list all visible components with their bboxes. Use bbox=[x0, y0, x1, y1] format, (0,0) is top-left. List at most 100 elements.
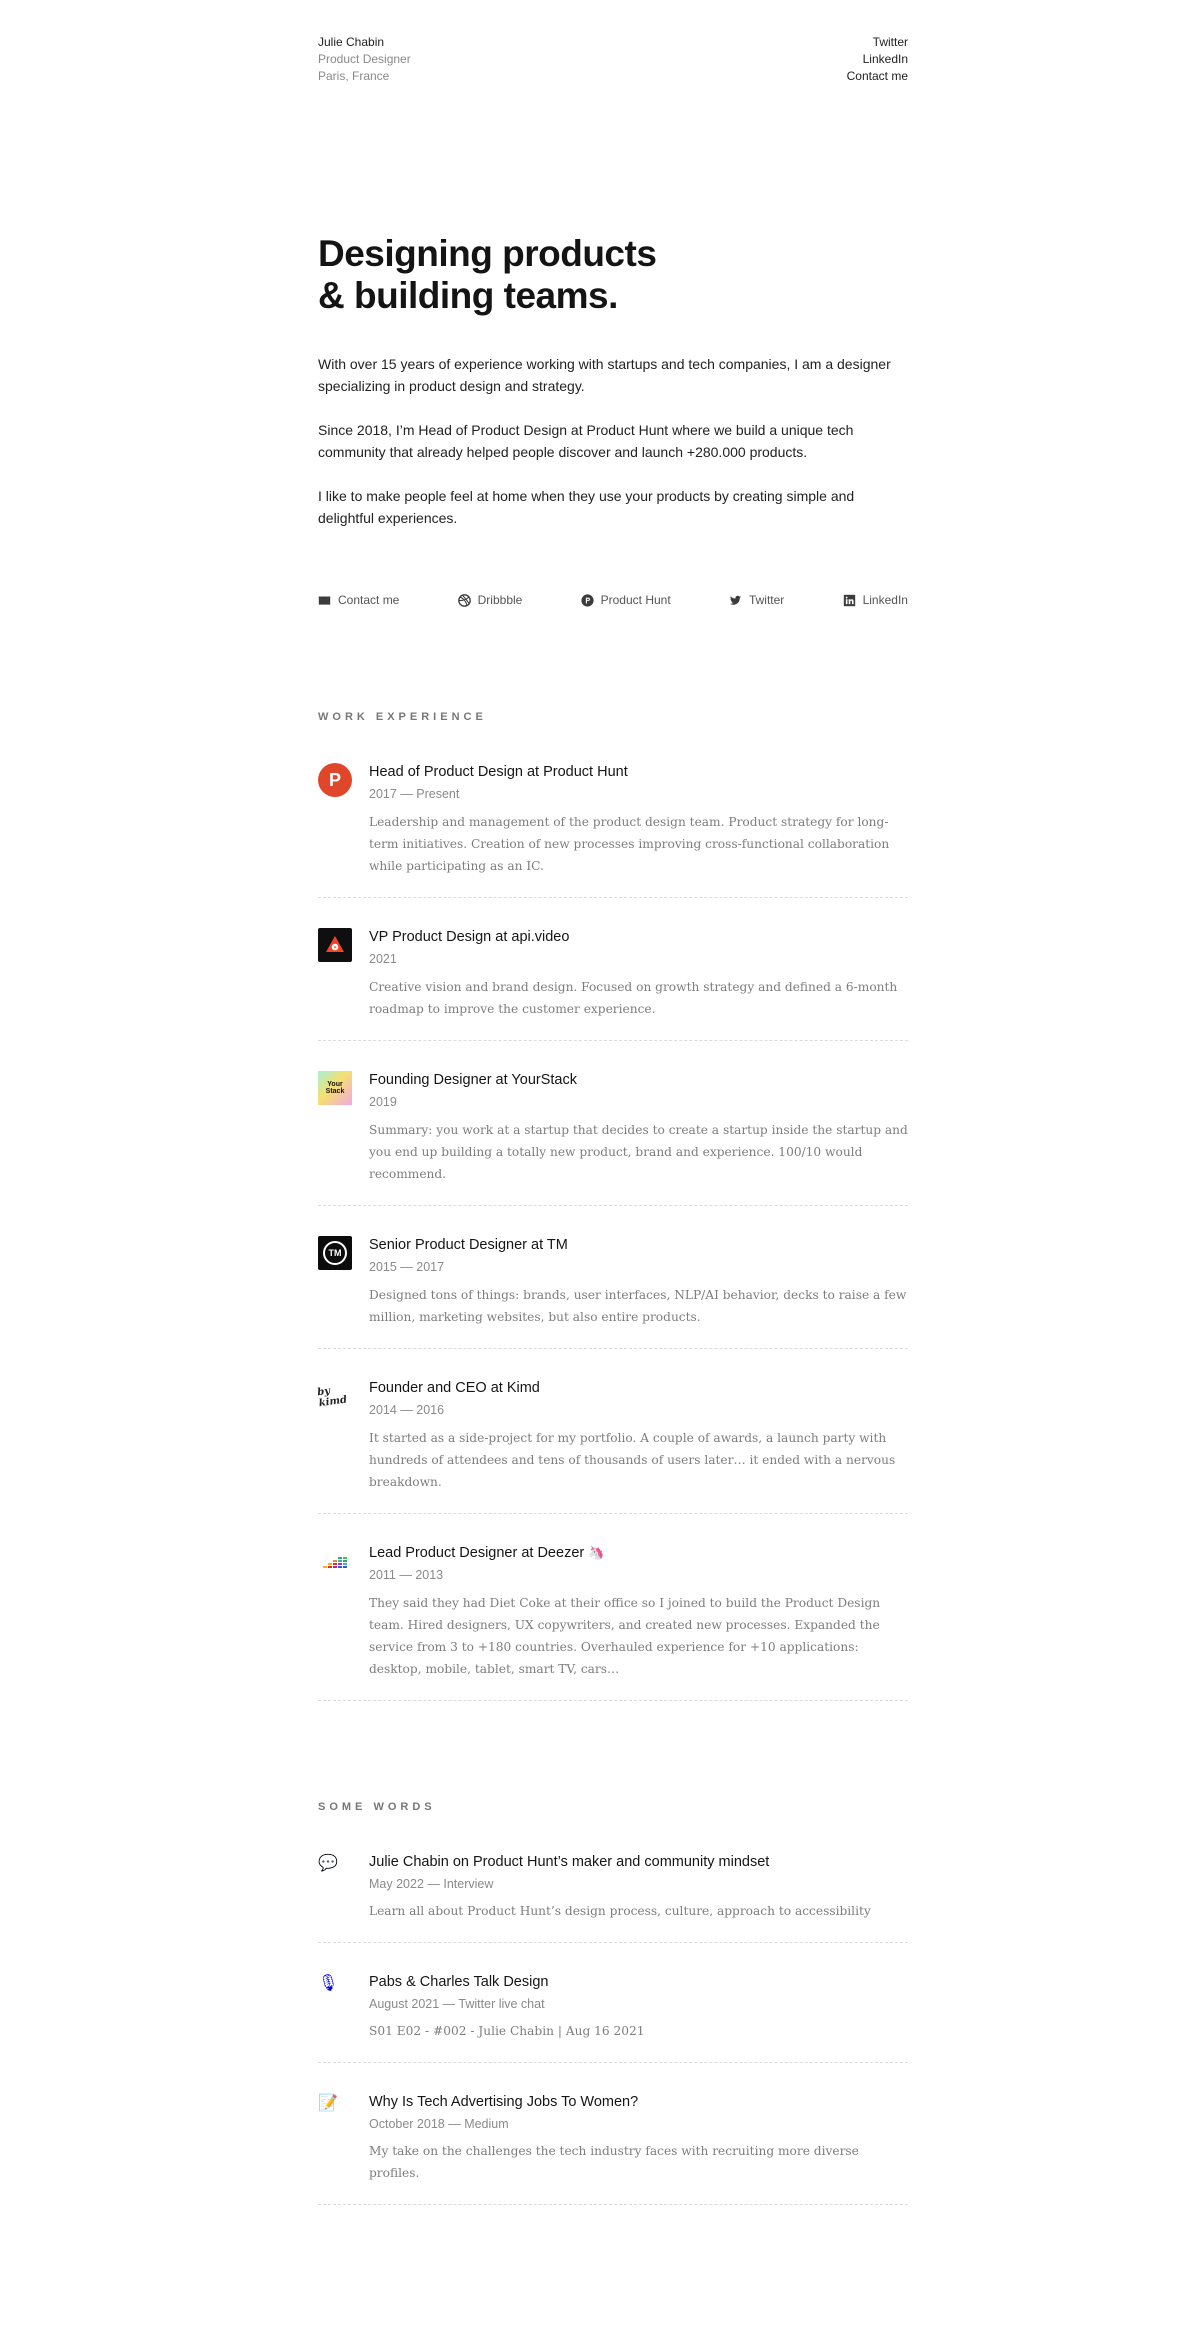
work-item-description: They said they had Diet Coke at their of… bbox=[369, 1596, 881, 1676]
social-link-linkedin[interactable]: LinkedIn bbox=[843, 593, 908, 607]
unicorn-icon: 🦄 bbox=[588, 1545, 605, 1560]
social-link-contact[interactable]: Contact me bbox=[318, 593, 399, 607]
microphone-icon: 🎙 bbox=[318, 1975, 339, 1992]
work-item-body: Senior Product Designer at TM 2015 — 201… bbox=[369, 1236, 908, 1328]
social-label: Twitter bbox=[748, 593, 785, 607]
article-item[interactable]: 📝 Why Is Tech Advertising Jobs To Women?… bbox=[318, 2093, 908, 2205]
article-description: S01 E02 - #002 - Julie Chabin | Aug 16 2… bbox=[369, 2024, 645, 2038]
apivideo-logo bbox=[318, 928, 352, 962]
yourstack-logo: Your Stack bbox=[318, 1071, 352, 1105]
author-name: Julie Chabin bbox=[318, 35, 385, 49]
memo-icon: 📝 bbox=[318, 2095, 338, 2112]
article-title: Julie Chabin on Product Hunt’s maker and… bbox=[369, 1854, 770, 1870]
producthunt-logo: P bbox=[318, 763, 352, 797]
work-item-title: Founder and CEO at Kimd bbox=[369, 1380, 540, 1396]
work-item-title: Lead Product Designer at Deezer bbox=[369, 1545, 585, 1561]
article-body: Why Is Tech Advertising Jobs To Women? O… bbox=[369, 2093, 908, 2184]
work-list: P Head of Product Design at Product Hunt… bbox=[316, 763, 908, 1701]
work-item-description: It started as a side-project for my port… bbox=[369, 1431, 896, 1489]
work-item-description: Leadership and management of the product… bbox=[369, 815, 890, 873]
header-link-contact[interactable]: Contact me bbox=[847, 68, 908, 85]
hero-paragraph: I like to make people feel at home when … bbox=[318, 488, 855, 526]
social-link-dribbble[interactable]: Dribbble bbox=[457, 593, 523, 607]
section-title: WORK EXPERIENCE bbox=[318, 711, 487, 723]
kimd-logo-mark: by kimd bbox=[316, 1385, 348, 1410]
work-item-body: Founding Designer at YourStack 2019 Summ… bbox=[369, 1071, 908, 1185]
identity-block: Julie Chabin Product Designer Paris, Fra… bbox=[318, 34, 411, 85]
mail-icon bbox=[318, 595, 331, 605]
social-label: LinkedIn bbox=[862, 593, 908, 607]
article-description: My take on the challenges the tech indus… bbox=[369, 2144, 859, 2180]
work-item-title: VP Product Design at api.video bbox=[369, 929, 570, 945]
work-item: Your Stack Founding Designer at YourStac… bbox=[318, 1071, 908, 1206]
article-item[interactable]: 💬 Julie Chabin on Product Hunt’s maker a… bbox=[318, 1853, 908, 1943]
section-title: SOME WORDS bbox=[318, 1801, 436, 1813]
work-item-date: 2021 bbox=[369, 952, 397, 966]
apivideo-logo-mark bbox=[318, 928, 352, 962]
article-icon-wrap: 🎙 bbox=[318, 1973, 352, 2007]
words-list: 💬 Julie Chabin on Product Hunt’s maker a… bbox=[318, 1853, 908, 2205]
work-item-date: 2015 — 2017 bbox=[369, 1260, 445, 1274]
work-item-body: VP Product Design at api.video 2021 Crea… bbox=[369, 928, 908, 1020]
yourstack-logo-mark: Your Stack bbox=[318, 1071, 352, 1105]
tm-logo: TM bbox=[318, 1236, 352, 1270]
work-item-title: Founding Designer at YourStack bbox=[369, 1072, 577, 1088]
speech-bubble-icon: 💬 bbox=[318, 1855, 338, 1872]
social-label: Contact me bbox=[338, 593, 400, 607]
article-date: August 2021 — Twitter live chat bbox=[369, 1997, 545, 2011]
author-role: Product Designer bbox=[318, 52, 411, 66]
work-experience-section: WORK EXPERIENCE P Head of Product Design… bbox=[316, 711, 908, 1701]
social-label: Product Hunt bbox=[600, 593, 671, 607]
top-header: Julie Chabin Product Designer Paris, Fra… bbox=[318, 34, 908, 85]
work-item: Lead Product Designer at Deezer 🦄 2011 —… bbox=[318, 1544, 908, 1701]
work-item-body: Lead Product Designer at Deezer 🦄 2011 —… bbox=[369, 1544, 908, 1680]
work-item-title: Senior Product Designer at TM bbox=[369, 1237, 568, 1253]
header-links: Twitter LinkedIn Contact me bbox=[847, 34, 908, 85]
tm-logo-text: TM bbox=[323, 1241, 347, 1265]
social-link-producthunt[interactable]: Product Hunt bbox=[581, 593, 671, 607]
deezer-logo-mark bbox=[323, 1557, 347, 1568]
work-item: VP Product Design at api.video 2021 Crea… bbox=[318, 928, 908, 1041]
article-date: October 2018 — Medium bbox=[369, 2117, 509, 2131]
article-date: May 2022 — Interview bbox=[369, 1877, 494, 1891]
work-item: by kimd Founder and CEO at Kimd 2014 — 2… bbox=[316, 1379, 908, 1514]
work-item-title-row: Lead Product Designer at Deezer 🦄 bbox=[369, 1544, 908, 1562]
hero-paragraph: Since 2018, I’m Head of Product Design a… bbox=[318, 422, 854, 460]
article-title: Pabs & Charles Talk Design bbox=[369, 1974, 549, 1990]
work-item: TM Senior Product Designer at TM 2015 — … bbox=[318, 1236, 908, 1349]
work-item-description: Creative vision and brand design. Focuse… bbox=[369, 980, 898, 1016]
hero-title-line-1: Designing products bbox=[318, 233, 657, 274]
work-item-description: Summary: you work at a startup that deci… bbox=[369, 1123, 908, 1181]
work-item-body: Founder and CEO at Kimd 2014 — 2016 It s… bbox=[369, 1379, 908, 1493]
article-icon-wrap: 📝 bbox=[318, 2093, 352, 2127]
header-link-linkedin[interactable]: LinkedIn bbox=[847, 51, 908, 68]
social-link-twitter[interactable]: Twitter bbox=[729, 593, 784, 607]
author-location: Paris, France bbox=[318, 69, 390, 83]
hero-paragraph: With over 15 years of experience working… bbox=[318, 356, 891, 394]
hero-title: Designing products & building teams. bbox=[318, 233, 908, 317]
article-title: Why Is Tech Advertising Jobs To Women? bbox=[369, 2094, 639, 2110]
tm-logo-mark: TM bbox=[318, 1236, 352, 1270]
header-link-twitter[interactable]: Twitter bbox=[847, 34, 908, 51]
work-item: P Head of Product Design at Product Hunt… bbox=[318, 763, 908, 898]
dribbble-icon bbox=[457, 593, 471, 607]
social-label: Dribbble bbox=[477, 593, 523, 607]
work-item-date: 2019 bbox=[369, 1095, 397, 1109]
linkedin-icon bbox=[843, 594, 855, 606]
hero-title-line-2: & building teams. bbox=[318, 275, 618, 316]
page: Julie Chabin Product Designer Paris, Fra… bbox=[316, 0, 908, 2335]
deezer-logo bbox=[318, 1544, 352, 1578]
producthunt-logo-mark: P bbox=[318, 763, 352, 797]
work-item-body: Head of Product Design at Product Hunt 2… bbox=[369, 763, 908, 877]
work-item-date: 2017 — Present bbox=[369, 787, 460, 801]
twitter-icon bbox=[729, 595, 742, 605]
work-item-date: 2014 — 2016 bbox=[369, 1403, 445, 1417]
article-icon-wrap: 💬 bbox=[318, 1853, 352, 1887]
article-item[interactable]: 🎙 Pabs & Charles Talk Design August 2021… bbox=[318, 1973, 908, 2063]
hero: Designing products & building teams. Wit… bbox=[318, 233, 908, 529]
work-item-description: Designed tons of things: brands, user in… bbox=[369, 1288, 907, 1324]
work-item-title: Head of Product Design at Product Hunt bbox=[369, 764, 628, 780]
article-description: Learn all about Product Hunt’s design pr… bbox=[369, 1904, 871, 1918]
work-item-date: 2011 — 2013 bbox=[369, 1568, 444, 1582]
article-body: Julie Chabin on Product Hunt’s maker and… bbox=[369, 1853, 908, 1922]
